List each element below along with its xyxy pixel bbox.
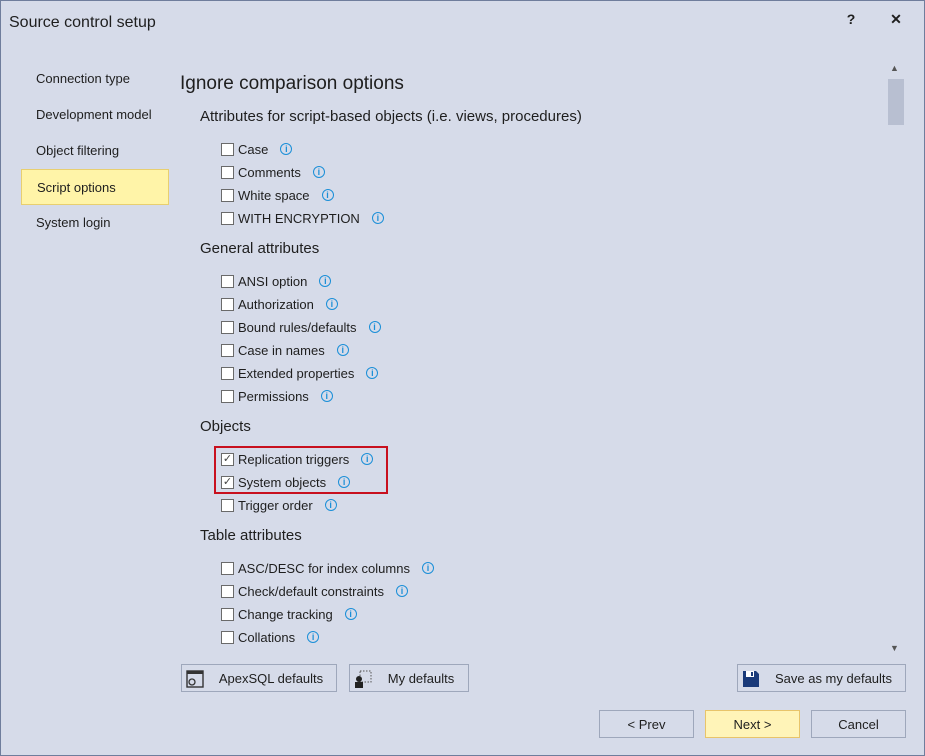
- info-icon[interactable]: i: [421, 562, 434, 574]
- defaults-settings-icon: [186, 670, 204, 688]
- next-button[interactable]: Next >: [705, 710, 800, 738]
- cancel-button[interactable]: Cancel: [811, 710, 906, 738]
- checkbox[interactable]: [221, 366, 234, 380]
- option-label: ANSI option: [238, 273, 308, 289]
- checkbox[interactable]: [221, 188, 234, 202]
- info-icon[interactable]: i: [307, 631, 320, 643]
- option-checkbox[interactable]: Extended properties i: [221, 364, 379, 382]
- info-icon[interactable]: i: [344, 608, 357, 620]
- info-icon[interactable]: i: [280, 143, 293, 155]
- option-checkbox[interactable]: Authorization i: [221, 295, 338, 313]
- info-icon[interactable]: i: [371, 212, 384, 224]
- sidebar-item-object-filtering[interactable]: Object filtering: [21, 133, 169, 169]
- info-icon[interactable]: i: [336, 344, 349, 356]
- option-label: Case: [238, 141, 269, 157]
- sidebar-item-script-options[interactable]: Script options: [21, 169, 169, 205]
- option-checkbox[interactable]: White space i: [221, 186, 334, 204]
- checkbox[interactable]: [221, 630, 234, 644]
- section-title: Attributes for script-based objects (i.e…: [200, 108, 582, 125]
- info-icon[interactable]: i: [321, 189, 334, 201]
- option-label: Permissions: [238, 388, 309, 404]
- section-title: General attributes: [200, 240, 320, 257]
- option-label: Change tracking: [238, 606, 333, 622]
- save-icon: [743, 671, 759, 687]
- scrollbar-thumb[interactable]: [888, 79, 904, 125]
- checkbox[interactable]: [221, 320, 234, 334]
- scroll-up-icon[interactable]: ▲: [890, 63, 899, 73]
- option-label: Authorization: [238, 296, 314, 312]
- option-label: ASC/DESC for index columns: [238, 560, 410, 576]
- option-checkbox[interactable]: Collations i: [221, 628, 320, 646]
- option-label: Comments: [238, 164, 301, 180]
- user-defaults-icon: [355, 670, 372, 688]
- option-label: White space: [238, 187, 310, 203]
- info-icon[interactable]: i: [320, 390, 333, 402]
- info-icon[interactable]: i: [319, 275, 332, 287]
- option-label: Collations: [238, 629, 296, 645]
- option-label: WITH ENCRYPTION: [238, 210, 360, 226]
- option-checkbox[interactable]: ANSI option i: [221, 272, 332, 290]
- option-checkbox[interactable]: Trigger order i: [221, 496, 337, 514]
- checkbox[interactable]: [221, 389, 234, 403]
- sidebar-item-development-model[interactable]: Development model: [21, 97, 169, 133]
- option-checkbox[interactable]: ASC/DESC for index columns i: [221, 559, 434, 577]
- my-defaults-button[interactable]: My defaults: [349, 664, 469, 692]
- window-title: Source control setup: [9, 14, 156, 31]
- save-defaults-label: Save as my defaults: [774, 670, 893, 686]
- close-button[interactable]: ✕: [881, 11, 911, 28]
- info-icon[interactable]: i: [366, 367, 379, 379]
- option-label: Column order: [238, 653, 317, 654]
- sidebar-item-system-login[interactable]: System login: [21, 205, 169, 241]
- sidebar-nav: Connection type Development model Object f…: [21, 61, 169, 241]
- option-label: Trigger order: [238, 497, 313, 513]
- help-button[interactable]: ?: [836, 11, 866, 27]
- info-icon[interactable]: i: [368, 321, 381, 333]
- option-label: Check/default constraints: [238, 583, 384, 599]
- checkbox[interactable]: [221, 561, 234, 575]
- dialog-window: Source control setup ? ✕ Connection type…: [0, 0, 925, 756]
- checkbox[interactable]: [221, 142, 234, 156]
- option-label: Case in names: [238, 342, 325, 358]
- checkbox[interactable]: [221, 584, 234, 598]
- info-icon[interactable]: i: [324, 499, 337, 511]
- checkbox[interactable]: [221, 274, 234, 288]
- info-icon[interactable]: i: [395, 585, 408, 597]
- checkbox[interactable]: [221, 165, 234, 179]
- my-defaults-label: My defaults: [387, 670, 455, 686]
- checkbox[interactable]: [221, 211, 234, 225]
- save-as-my-defaults-button[interactable]: Save as my defaults: [737, 664, 906, 692]
- info-icon[interactable]: i: [325, 298, 338, 310]
- sidebar-item-connection-type[interactable]: Connection type: [21, 61, 169, 97]
- option-checkbox[interactable]: Permissions i: [221, 387, 333, 405]
- section-title: Objects: [200, 418, 251, 435]
- options-panel: Ignore comparison options Attributes for…: [171, 61, 881, 653]
- option-checkbox[interactable]: Case i: [221, 140, 293, 158]
- option-checkbox[interactable]: Check/default constraints i: [221, 582, 408, 600]
- option-checkbox[interactable]: Column orderi: [221, 651, 341, 654]
- info-icon[interactable]: i: [312, 166, 325, 178]
- page-title: Ignore comparison options: [180, 73, 404, 94]
- option-checkbox[interactable]: Change tracking i: [221, 605, 357, 623]
- apexsql-defaults-button[interactable]: ApexSQL defaults: [181, 664, 337, 692]
- apexsql-defaults-label: ApexSQL defaults: [218, 670, 324, 686]
- option-checkbox[interactable]: WITH ENCRYPTION i: [221, 209, 384, 227]
- option-checkbox[interactable]: Case in names i: [221, 341, 349, 359]
- option-checkbox[interactable]: Bound rules/defaults i: [221, 318, 381, 336]
- highlight-box: [214, 446, 388, 494]
- prev-button[interactable]: < Prev: [599, 710, 694, 738]
- scrollbar[interactable]: ▲ ▼: [886, 61, 906, 653]
- scroll-down-icon[interactable]: ▼: [890, 643, 899, 653]
- option-label: Extended properties: [238, 365, 355, 381]
- option-label: Bound rules/defaults: [238, 319, 357, 335]
- checkbox[interactable]: [221, 343, 234, 357]
- section-title: Table attributes: [200, 527, 302, 544]
- checkbox[interactable]: [221, 498, 234, 512]
- checkbox[interactable]: [221, 607, 234, 621]
- option-checkbox[interactable]: Comments i: [221, 163, 325, 181]
- checkbox[interactable]: [221, 297, 234, 311]
